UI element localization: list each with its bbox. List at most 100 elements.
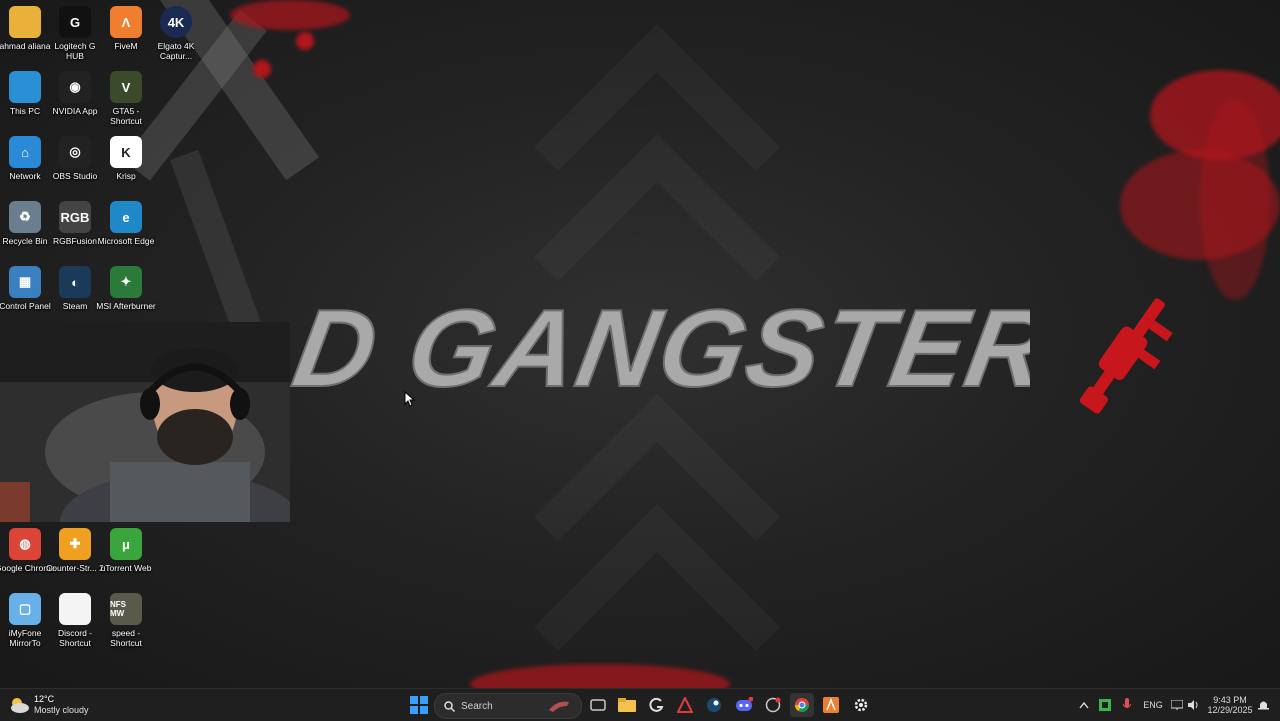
settings-taskbar-button[interactable] (849, 693, 873, 717)
tray-app-button[interactable] (1097, 693, 1113, 717)
desktop-icon-label: speed - Shortcut (110, 628, 142, 648)
speaker-icon (1188, 700, 1198, 710)
app-icon (765, 697, 781, 713)
wallpaper-title: OLD GANGSTER'S (290, 287, 1030, 411)
microphone-icon (1122, 698, 1132, 708)
rgb-icon: RGB (59, 201, 91, 233)
app-taskbar-button[interactable] (761, 693, 785, 717)
settings-icon (854, 698, 868, 712)
steam-icon (707, 698, 721, 712)
desktop-icon-recycle-bin[interactable]: ♻ Recycle Bin (0, 201, 50, 246)
desktop-icon-imyfone[interactable]: ▢ iMyFone MirrorTo (0, 593, 50, 648)
file-explorer-button[interactable] (615, 693, 639, 717)
language-indicator[interactable]: ENG (1140, 693, 1166, 717)
red-paint-splat (296, 32, 314, 50)
g-hub-button[interactable] (644, 693, 668, 717)
tray-overflow-button[interactable] (1076, 693, 1092, 717)
g-hub-icon (649, 697, 664, 712)
fivem-icon: Λ (110, 6, 142, 38)
red-paint-splat (230, 0, 350, 30)
cs2-icon: ✚ (59, 528, 91, 560)
discord-taskbar-button[interactable] (732, 693, 756, 717)
desktop-icon-label: Krisp (116, 171, 136, 181)
desktop-icon-label: MSI Afterburner (96, 301, 156, 311)
start-button[interactable] (407, 693, 431, 717)
logitech-icon: G (59, 6, 91, 38)
desktop-icon-krisp[interactable]: K Krisp (101, 136, 151, 181)
obs-icon: ◎ (59, 136, 91, 168)
red-gun-graphic (1079, 298, 1173, 414)
desktop-icon-obs[interactable]: ◎ OBS Studio (50, 136, 100, 181)
microphone-button[interactable] (1119, 693, 1135, 717)
desktop-icon-folder[interactable]: ahmad aliana (0, 6, 51, 51)
wallpaper-title-text: OLD GANGSTER'S (290, 288, 1030, 410)
edge-icon: e (110, 201, 142, 233)
chrome-icon: ◍ (9, 528, 41, 560)
clock[interactable]: 9:43 PM 12/29/2025 (1204, 693, 1256, 717)
chrome-taskbar-button[interactable] (790, 693, 814, 717)
gta-icon: V (110, 71, 142, 103)
desktop-icon-cs2[interactable]: ✚ Counter-Str... 2 (46, 528, 104, 573)
desktop-icon-file[interactable]: Discord - Shortcut (50, 593, 100, 648)
krisp-icon: K (110, 136, 142, 168)
arrow-app-button[interactable] (673, 693, 697, 717)
desktop-icon-utorrent[interactable]: μ uTorrent Web (101, 528, 151, 573)
nvidia-icon: ◉ (59, 71, 91, 103)
search-highlight-icon (549, 701, 569, 712)
desktop-icon-gta[interactable]: V GTA5 - Shortcut (101, 71, 151, 126)
steam-icon: ◐ (59, 266, 91, 298)
fivem-icon (823, 697, 839, 713)
desktop-icon-label: Microsoft Edge (97, 236, 155, 246)
webcam-person-graphic (0, 322, 290, 522)
task-view-icon (590, 699, 606, 711)
desktop-icon-logitech[interactable]: G Logitech G HUB (50, 6, 100, 61)
notification-button[interactable] (1256, 693, 1270, 717)
mouse-cursor (404, 391, 416, 407)
desktop-icon-chrome[interactable]: ◍ Google Chrome (0, 528, 55, 573)
desktop-icon-msi[interactable]: ✦ MSI Afterburner (96, 266, 156, 311)
fivem-taskbar-button[interactable] (819, 693, 843, 717)
chevron-up-icon (1079, 701, 1089, 709)
cloud-icon (11, 698, 29, 713)
search-icon (444, 700, 455, 712)
nfs-icon: NFS MW (110, 593, 142, 625)
taskbar: 12°C Mostly cloudy Search ENG 9:43 PM 12… (0, 688, 1280, 721)
folder-icon (9, 6, 41, 38)
webcam-overlay (0, 322, 290, 522)
desktop-icon-network[interactable]: ⌂ Network (0, 136, 50, 181)
desktop-wallpaper: OLD GANGSTER'S ahmad aliana G Logitech G H… (0, 0, 1280, 688)
taskbar-search[interactable]: Search (434, 693, 582, 719)
chrome-icon (795, 698, 809, 712)
red-paint-splat (253, 60, 271, 78)
task-view-button[interactable] (586, 693, 610, 717)
desktop-icon-rgb[interactable]: RGB RGBFusion (50, 201, 100, 246)
search-placeholder: Search (461, 700, 493, 712)
desktop-icon-elgato[interactable]: 4K Elgato 4K Captur... (151, 6, 201, 61)
network-icon: ⌂ (9, 136, 41, 168)
weather-temp: 12°C (34, 694, 55, 704)
arrow-app-icon (677, 697, 693, 713)
elgato-icon: 4K (160, 6, 192, 38)
desktop-icon-nvidia[interactable]: ◉ NVIDIA App (50, 71, 100, 116)
weather-desc: Mostly cloudy (34, 705, 89, 715)
desktop-icon-monitor[interactable]: This PC (0, 71, 50, 116)
file-explorer-icon (618, 698, 636, 712)
recycle-bin-icon: ♻ (9, 201, 41, 233)
volume-button[interactable] (1186, 693, 1200, 717)
network-tray-icon (1171, 700, 1183, 710)
desktop-icon-label: Elgato 4K Captur... (157, 41, 195, 61)
desktop-icon-control-panel[interactable]: ▦ Control Panel (0, 266, 51, 311)
msi-icon: ✦ (110, 266, 142, 298)
imyfone-icon: ▢ (9, 593, 41, 625)
desktop-icon-edge[interactable]: e Microsoft Edge (98, 201, 154, 246)
steam-taskbar-button[interactable] (702, 693, 726, 717)
desktop-icon-fivem[interactable]: Λ FiveM (101, 6, 151, 51)
network-tray-button[interactable] (1170, 693, 1184, 717)
desktop-icon-steam[interactable]: ◐ Steam (50, 266, 100, 311)
weather-widget[interactable]: 12°C Mostly cloudy (8, 693, 128, 717)
desktop-icon-nfs[interactable]: NFS MW speed - Shortcut (101, 593, 151, 648)
bell-icon (1257, 701, 1269, 710)
utorrent-icon: μ (110, 528, 142, 560)
tray-app-icon (1099, 699, 1111, 711)
desktop-icon-label: GTA5 - Shortcut (110, 106, 142, 126)
